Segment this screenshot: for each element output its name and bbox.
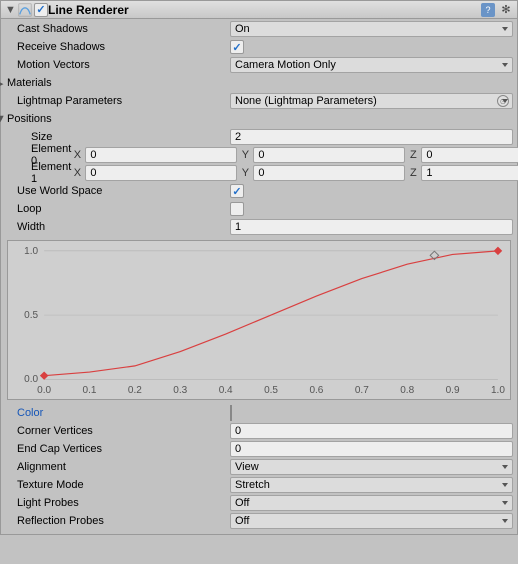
positions-foldout-icon[interactable]: ▼ [0, 113, 5, 125]
element-0-z-input[interactable] [421, 147, 518, 163]
svg-text:0.5: 0.5 [24, 310, 38, 321]
y-label: Y [239, 167, 251, 179]
help-icon[interactable]: ? [481, 3, 495, 17]
lightmap-params-field[interactable]: None (Lightmap Parameters)⊙ [230, 93, 513, 109]
element-0-y-input[interactable] [253, 147, 405, 163]
width-label: Width [17, 221, 45, 233]
texture-mode-label: Texture Mode [17, 479, 84, 491]
element-0-x-input[interactable] [85, 147, 237, 163]
texture-mode-dropdown[interactable]: Stretch [230, 477, 513, 493]
positions-size-label: Size [31, 131, 52, 143]
svg-text:0.5: 0.5 [264, 385, 278, 396]
y-label: Y [239, 149, 251, 161]
curve-chart: 0.0 0.5 1.0 0.0 0.1 0.2 0.3 0.4 0.5 0.6 0.7 0.8 0.9 1… [8, 241, 510, 399]
element-1-z-input[interactable] [421, 165, 518, 181]
color-gradient-field[interactable] [230, 405, 232, 421]
alignment-label: Alignment [17, 461, 66, 473]
materials-foldout-icon[interactable]: ▶ [0, 77, 5, 90]
component-body: Cast Shadows On Receive Shadows Motion V… [1, 19, 517, 534]
svg-text:0.6: 0.6 [309, 385, 323, 396]
end-cap-vertices-input[interactable] [230, 441, 513, 457]
component-header: ▼ Line Renderer ? ✻ [1, 1, 517, 19]
component-enabled-checkbox[interactable] [34, 3, 48, 17]
receive-shadows-checkbox[interactable] [230, 40, 244, 54]
corner-vertices-input[interactable] [230, 423, 513, 439]
svg-text:0.4: 0.4 [219, 385, 233, 396]
end-cap-vertices-label: End Cap Vertices [17, 443, 102, 455]
svg-text:1.0: 1.0 [24, 246, 38, 257]
use-world-space-checkbox[interactable] [230, 184, 244, 198]
element-1-y-input[interactable] [253, 165, 405, 181]
foldout-icon[interactable]: ▼ [5, 4, 16, 16]
positions-size-input[interactable] [230, 129, 513, 145]
lightmap-params-label: Lightmap Parameters [17, 95, 122, 107]
motion-vectors-dropdown[interactable]: Camera Motion Only [230, 57, 513, 73]
use-world-space-label: Use World Space [17, 185, 102, 197]
svg-text:0.1: 0.1 [83, 385, 97, 396]
reflection-probes-label: Reflection Probes [17, 515, 104, 527]
line-renderer-icon [18, 3, 32, 17]
motion-vectors-label: Motion Vectors [17, 59, 90, 71]
corner-vertices-label: Corner Vertices [17, 425, 93, 437]
width-input[interactable] [230, 219, 513, 235]
gear-icon[interactable]: ✻ [499, 3, 513, 16]
svg-text:0.7: 0.7 [355, 385, 369, 396]
z-label: Z [407, 167, 419, 179]
x-label: X [71, 149, 83, 161]
svg-text:0.3: 0.3 [173, 385, 187, 396]
width-curve-editor[interactable]: 0.0 0.5 1.0 0.0 0.1 0.2 0.3 0.4 0.5 0.6 0.7 0.8 0.9 1… [7, 240, 511, 400]
loop-checkbox[interactable] [230, 202, 244, 216]
z-label: Z [407, 149, 419, 161]
receive-shadows-label: Receive Shadows [17, 41, 105, 53]
element-1-label: Element 1 [31, 161, 71, 185]
element-1-x-input[interactable] [85, 165, 237, 181]
positions-label: Positions [7, 113, 52, 125]
svg-text:0.9: 0.9 [446, 385, 460, 396]
svg-text:0.0: 0.0 [24, 374, 38, 385]
light-probes-label: Light Probes [17, 497, 79, 509]
component-title: Line Renderer [48, 3, 481, 17]
materials-label: Materials [7, 77, 52, 89]
light-probes-dropdown[interactable]: Off [230, 495, 513, 511]
cast-shadows-dropdown[interactable]: On [230, 21, 513, 37]
color-label: Color [17, 407, 43, 419]
svg-text:0.2: 0.2 [128, 385, 142, 396]
loop-label: Loop [17, 203, 41, 215]
svg-text:1.0: 1.0 [491, 385, 505, 396]
alignment-dropdown[interactable]: View [230, 459, 513, 475]
object-picker-icon[interactable]: ⊙ [497, 95, 509, 107]
svg-text:0.8: 0.8 [400, 385, 414, 396]
reflection-probes-dropdown[interactable]: Off [230, 513, 513, 529]
x-label: X [71, 167, 83, 179]
svg-text:0.0: 0.0 [37, 385, 51, 396]
cast-shadows-label: Cast Shadows [17, 23, 88, 35]
